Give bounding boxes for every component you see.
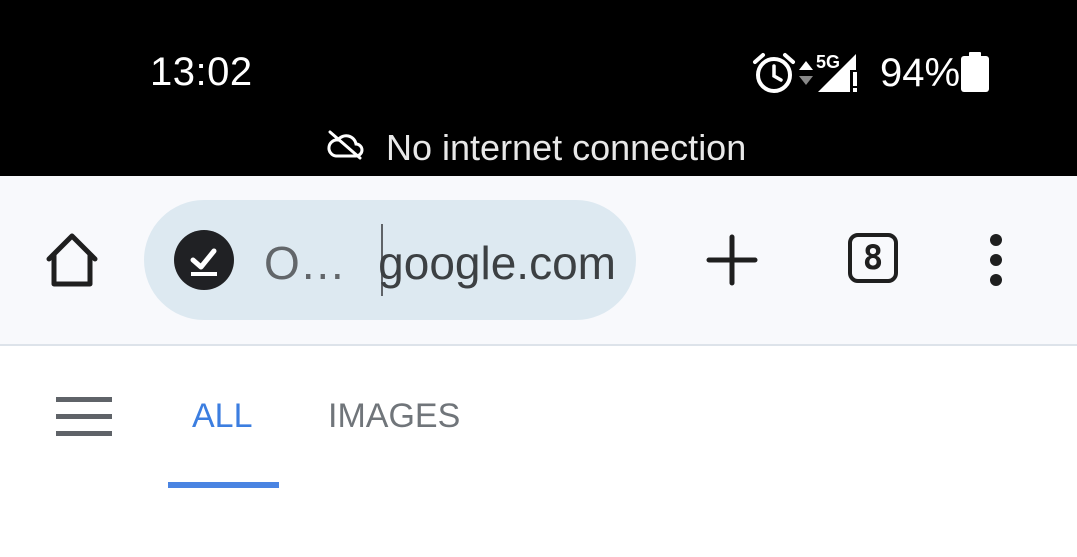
tab-switcher-icon[interactable]: 8 [848,233,898,283]
clock: 13:02 [150,50,253,94]
active-tab-indicator [168,482,279,488]
tab-all[interactable]: ALL [192,397,253,436]
search-navigation [0,346,1077,557]
battery-percentage: 94% [880,51,961,95]
cloud-off-icon [327,130,364,160]
alarm-icon [753,53,795,93]
offline-message: No internet connection [386,127,747,168]
new-tab-icon[interactable] [706,234,758,286]
battery-icon [961,52,989,92]
offline-page-icon[interactable] [174,230,234,290]
omnibox[interactable]: O… google.com [144,200,636,320]
tab-images[interactable]: IMAGES [328,397,460,436]
hamburger-menu-icon[interactable] [56,397,112,437]
page-title-truncated: O… [264,237,346,289]
home-icon[interactable] [44,232,100,288]
status-bar: 13:02 5G 94% No internet connection [0,0,1077,176]
signal-strength-icon [818,54,862,94]
data-arrows-icon [799,61,813,85]
url-text[interactable]: google.com [380,236,616,290]
more-options-icon[interactable] [984,232,1008,288]
